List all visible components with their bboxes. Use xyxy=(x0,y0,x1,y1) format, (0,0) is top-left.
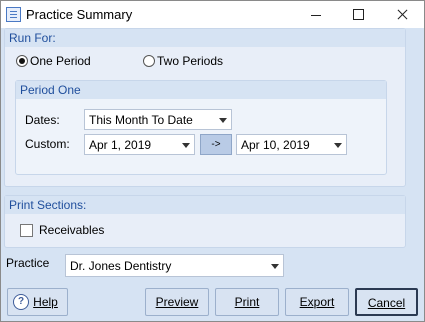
custom-label: Custom: xyxy=(25,137,70,151)
two-periods-label[interactable]: Two Periods xyxy=(157,54,223,68)
chevron-down-icon xyxy=(182,143,190,148)
two-periods-radio[interactable] xyxy=(143,55,155,67)
one-period-radio[interactable] xyxy=(16,55,28,67)
print-button[interactable]: Print xyxy=(215,288,279,316)
run-for-header: Run For: xyxy=(5,29,405,47)
title-bar: Practice Summary xyxy=(1,1,424,28)
to-date-value: Apr 10, 2019 xyxy=(241,138,310,152)
chevron-down-icon xyxy=(334,143,342,148)
export-label: Export xyxy=(299,295,335,309)
dates-label: Dates: xyxy=(25,113,60,127)
cancel-button[interactable]: Cancel xyxy=(355,288,418,316)
help-label: Help xyxy=(33,295,58,309)
minimize-button[interactable] xyxy=(301,4,331,26)
window-title: Practice Summary xyxy=(26,7,133,22)
preview-label: Preview xyxy=(155,295,199,309)
cancel-label: Cancel xyxy=(367,296,406,310)
practice-label: Practice xyxy=(6,256,50,270)
dates-dropdown[interactable]: This Month To Date xyxy=(84,109,232,130)
app-icon xyxy=(6,7,21,22)
copy-date-button[interactable]: -> xyxy=(200,134,232,155)
to-date-picker[interactable]: Apr 10, 2019 xyxy=(236,134,347,155)
from-date-value: Apr 1, 2019 xyxy=(89,138,152,152)
run-for-group: Run For: One Period Two Periods Period O… xyxy=(4,28,406,187)
help-button[interactable]: ? Help xyxy=(7,288,68,316)
print-sections-group: Print Sections: Receivables xyxy=(4,195,406,248)
close-button[interactable] xyxy=(387,4,417,26)
export-button[interactable]: Export xyxy=(285,288,349,316)
print-label: Print xyxy=(234,295,260,309)
chevron-down-icon xyxy=(219,118,227,123)
period-one-header: Period One xyxy=(16,81,386,99)
one-period-label[interactable]: One Period xyxy=(30,54,91,68)
maximize-button[interactable] xyxy=(344,4,374,26)
dates-value: This Month To Date xyxy=(89,113,193,127)
from-date-picker[interactable]: Apr 1, 2019 xyxy=(84,134,195,155)
chevron-down-icon xyxy=(271,264,279,269)
practice-value: Dr. Jones Dentistry xyxy=(70,259,172,273)
period-one-group: Period One Dates: This Month To Date Cus… xyxy=(15,80,387,175)
practice-summary-dialog: Practice Summary Run For: One Period Two… xyxy=(0,0,425,322)
receivables-label[interactable]: Receivables xyxy=(39,223,104,237)
preview-button[interactable]: Preview xyxy=(145,288,209,316)
help-icon: ? xyxy=(13,294,29,310)
receivables-checkbox[interactable] xyxy=(20,224,33,237)
practice-dropdown[interactable]: Dr. Jones Dentistry xyxy=(65,254,284,277)
print-sections-header: Print Sections: xyxy=(5,196,405,214)
